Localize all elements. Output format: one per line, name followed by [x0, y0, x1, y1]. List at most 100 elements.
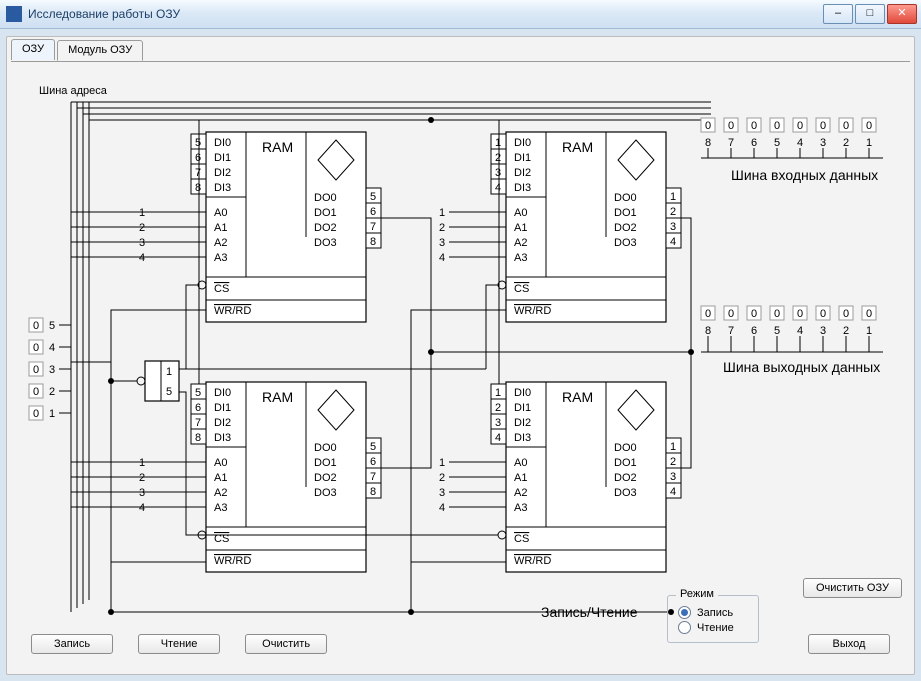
input-bus-bits-drawn: 08 07 06 05 04 03 02 01 Шина входных дан…: [701, 118, 878, 183]
svg-text:8: 8: [705, 137, 711, 149]
svg-text:1: 1: [139, 457, 145, 469]
svg-text:6: 6: [370, 206, 376, 218]
svg-text:5: 5: [195, 387, 201, 399]
svg-text:2: 2: [439, 472, 445, 484]
svg-text:3: 3: [495, 417, 501, 429]
addr-bus-label: Шина адреса: [39, 85, 108, 97]
svg-text:1: 1: [439, 457, 445, 469]
read-button[interactable]: Чтение: [138, 634, 220, 654]
exit-button[interactable]: Выход: [808, 634, 890, 654]
svg-text:0: 0: [843, 120, 849, 132]
svg-text:0: 0: [774, 120, 780, 132]
svg-text:6: 6: [751, 325, 757, 337]
svg-text:1: 1: [49, 408, 55, 420]
svg-text:0: 0: [705, 120, 711, 132]
close-button[interactable]: ✕: [887, 4, 917, 24]
svg-text:8: 8: [195, 182, 201, 194]
svg-text:4: 4: [439, 252, 445, 264]
svg-text:8: 8: [195, 432, 201, 444]
svg-text:6: 6: [751, 137, 757, 149]
clear-ram-button[interactable]: Очистить ОЗУ: [803, 578, 902, 598]
titlebar: Исследование работы ОЗУ – □ ✕: [0, 0, 921, 29]
svg-text:2: 2: [439, 222, 445, 234]
svg-text:3: 3: [439, 487, 445, 499]
ram-chip-1: [198, 132, 366, 322]
svg-text:8: 8: [370, 236, 376, 248]
svg-text:2: 2: [139, 222, 145, 234]
svg-text:3: 3: [820, 325, 826, 337]
bottom-bar: Запись Чтение Очистить Выход: [31, 634, 890, 660]
maximize-button[interactable]: □: [855, 4, 885, 24]
svg-text:0: 0: [33, 408, 39, 420]
svg-text:8: 8: [370, 486, 376, 498]
svg-text:2: 2: [49, 386, 55, 398]
svg-text:5: 5: [166, 386, 172, 398]
svg-text:1: 1: [866, 137, 872, 149]
svg-text:3: 3: [820, 137, 826, 149]
svg-text:3: 3: [670, 221, 676, 233]
svg-text:1: 1: [439, 207, 445, 219]
svg-text:1: 1: [670, 191, 676, 203]
svg-text:4: 4: [495, 182, 501, 194]
radio-dot-icon: [678, 606, 691, 619]
svg-text:4: 4: [439, 502, 445, 514]
minimize-button[interactable]: –: [823, 4, 853, 24]
svg-text:0: 0: [797, 120, 803, 132]
window-buttons: – □ ✕: [821, 4, 917, 24]
svg-text:4: 4: [495, 432, 501, 444]
svg-text:1: 1: [670, 441, 676, 453]
svg-text:8: 8: [705, 325, 711, 337]
clear-button[interactable]: Очистить: [245, 634, 327, 654]
svg-text:3: 3: [670, 471, 676, 483]
svg-text:3: 3: [139, 237, 145, 249]
svg-text:5: 5: [370, 191, 376, 203]
client-area: ОЗУ Модуль ОЗУ DI0 DI1 DI2 DI3: [6, 36, 915, 675]
mode-read[interactable]: Чтение: [678, 621, 748, 634]
addr-inputs: 05 04 03 02 01: [29, 318, 71, 420]
tab-strip: ОЗУ Модуль ОЗУ: [11, 39, 145, 60]
svg-text:4: 4: [670, 486, 676, 498]
write-button[interactable]: Запись: [31, 634, 113, 654]
svg-text:0: 0: [33, 386, 39, 398]
svg-text:1: 1: [866, 325, 872, 337]
svg-text:2: 2: [843, 325, 849, 337]
svg-text:0: 0: [728, 308, 734, 320]
svg-text:3: 3: [495, 167, 501, 179]
app-icon: [6, 6, 22, 22]
svg-text:3: 3: [439, 237, 445, 249]
svg-text:7: 7: [370, 221, 376, 233]
window-title: Исследование работы ОЗУ: [28, 7, 821, 21]
svg-text:1: 1: [166, 366, 172, 378]
svg-text:6: 6: [195, 402, 201, 414]
svg-text:0: 0: [797, 308, 803, 320]
svg-text:2: 2: [670, 206, 676, 218]
svg-text:5: 5: [49, 320, 55, 332]
svg-text:0: 0: [33, 320, 39, 332]
svg-text:0: 0: [866, 120, 872, 132]
svg-text:4: 4: [797, 325, 803, 337]
svg-text:7: 7: [370, 471, 376, 483]
tab-ozu[interactable]: ОЗУ: [11, 39, 55, 60]
svg-text:2: 2: [139, 472, 145, 484]
svg-text:4: 4: [49, 342, 55, 354]
svg-text:1: 1: [495, 387, 501, 399]
svg-text:5: 5: [195, 137, 201, 149]
svg-text:1: 1: [139, 207, 145, 219]
svg-text:3: 3: [49, 364, 55, 376]
svg-text:5: 5: [774, 325, 780, 337]
svg-text:4: 4: [797, 137, 803, 149]
svg-text:0: 0: [751, 308, 757, 320]
svg-text:7: 7: [728, 325, 734, 337]
svg-text:7: 7: [728, 137, 734, 149]
svg-text:0: 0: [728, 120, 734, 132]
svg-text:0: 0: [751, 120, 757, 132]
svg-text:0: 0: [774, 308, 780, 320]
out-bus-label: Шина выходных данных: [723, 359, 880, 375]
in-bus-label: Шина входных данных: [731, 167, 878, 183]
svg-text:4: 4: [139, 502, 145, 514]
svg-text:5: 5: [774, 137, 780, 149]
mode-write[interactable]: Запись: [678, 606, 748, 619]
mode-legend: Режим: [676, 588, 718, 600]
tab-module[interactable]: Модуль ОЗУ: [57, 40, 143, 61]
svg-text:7: 7: [195, 417, 201, 429]
